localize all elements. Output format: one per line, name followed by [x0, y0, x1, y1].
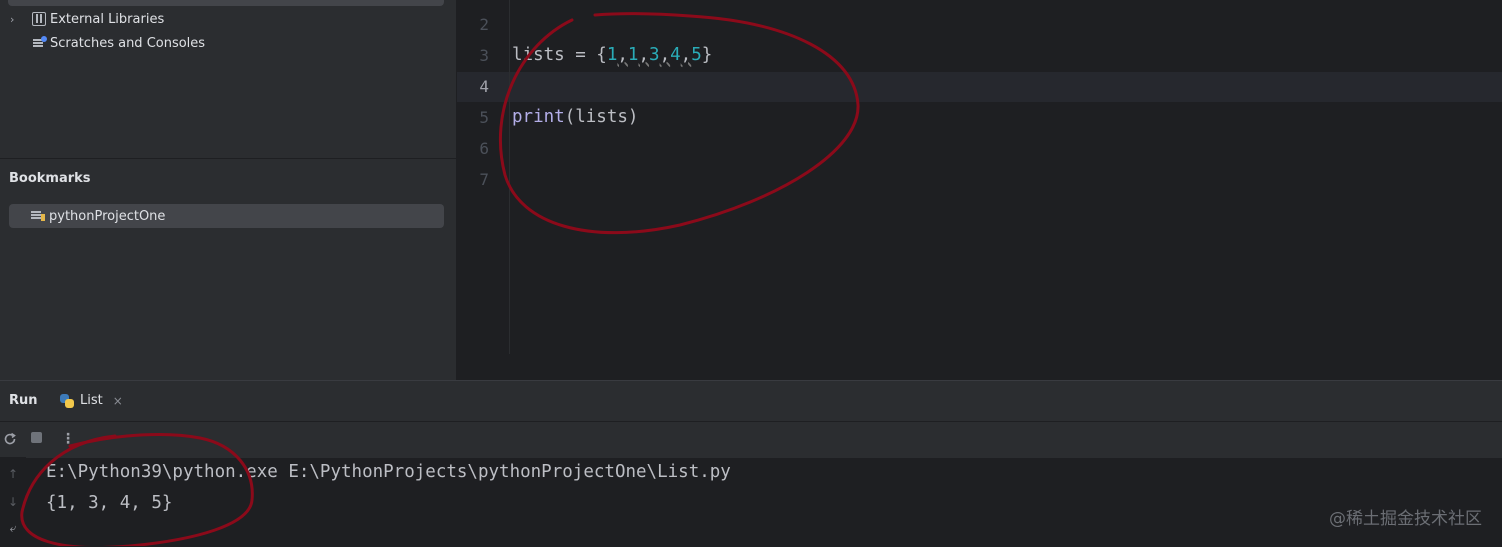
more-options-button[interactable]: ⋮ [60, 431, 76, 447]
tree-selected-row[interactable] [8, 0, 444, 6]
code-editor[interactable]: 2 3 4 5 6 7 lists = {1,1,3,4,5} print(li… [456, 0, 1502, 380]
rerun-button[interactable] [2, 431, 18, 447]
comma: , [638, 45, 650, 65]
scratches-icon [32, 36, 47, 50]
line-number: 6 [479, 139, 489, 158]
rerun-icon [4, 432, 16, 445]
set-value: 3 [649, 45, 660, 65]
comma: , [680, 45, 692, 65]
bookmark-item-project[interactable]: pythonProjectOne [9, 204, 444, 228]
console-side-toolbar: ↑ ↓ ⤶ [0, 457, 26, 547]
line-number-active: 4 [479, 77, 489, 96]
bookmark-list-icon [31, 210, 45, 222]
current-line-highlight [457, 72, 1502, 102]
tree-item-label: Scratches and Consoles [50, 35, 206, 51]
stop-button[interactable] [28, 431, 44, 447]
stop-icon [30, 432, 42, 443]
python-icon [60, 393, 74, 408]
panel-divider [0, 158, 456, 159]
run-header: Run List × [0, 381, 1502, 421]
scroll-down-icon[interactable]: ↓ [6, 495, 20, 509]
line-number: 5 [479, 108, 489, 127]
tree-item-label: External Libraries [50, 11, 165, 27]
tree-item-external-libraries[interactable]: › External Libraries [0, 7, 164, 31]
editor-bottom-bar [457, 354, 1502, 380]
line-number: 3 [479, 46, 489, 65]
scroll-up-icon[interactable]: ↑ [6, 467, 20, 481]
set-value: 4 [670, 45, 681, 65]
bookmarks-title: Bookmarks [9, 171, 91, 186]
gutter-separator [509, 0, 510, 354]
tree-item-scratches[interactable]: Scratches and Consoles [0, 31, 205, 55]
bookmark-label: pythonProjectOne [49, 208, 166, 224]
function-name: print [512, 107, 565, 127]
code-text: lists = { [512, 45, 607, 65]
comma: , [659, 45, 671, 65]
set-value: 1 [606, 45, 618, 65]
set-value: 5 [691, 45, 702, 65]
set-value: 1 [627, 45, 639, 65]
chevron-right-icon[interactable]: › [10, 13, 24, 26]
tab-label: List [80, 393, 103, 408]
library-icon [32, 12, 46, 26]
line-number: 7 [479, 170, 489, 189]
console-output: {1, 3, 4, 5} [46, 493, 173, 513]
code-line-5[interactable]: print(lists) [512, 107, 638, 127]
close-icon[interactable]: × [113, 394, 123, 408]
watermark: @稀土掘金技术社区 [1329, 509, 1482, 529]
line-number: 2 [479, 15, 489, 34]
run-toolbar: ⋮ [0, 421, 1502, 458]
console-command: E:\Python39\python.exe E:\PythonProjects… [46, 462, 731, 482]
soft-wrap-icon[interactable]: ⤶ [6, 521, 20, 536]
tab-list[interactable]: List × [60, 393, 123, 408]
comma: , [617, 45, 628, 65]
code-text: (lists) [564, 107, 639, 127]
run-title: Run [9, 393, 38, 408]
code-text: } [701, 45, 713, 65]
run-tool-window: Run List × ⋮ ↑ ↓ ⤶ E:\Python39\python.ex… [0, 380, 1502, 547]
project-panel: › External Libraries Scratches and Conso… [0, 0, 456, 380]
code-line-3[interactable]: lists = {1,1,3,4,5} [512, 45, 712, 65]
